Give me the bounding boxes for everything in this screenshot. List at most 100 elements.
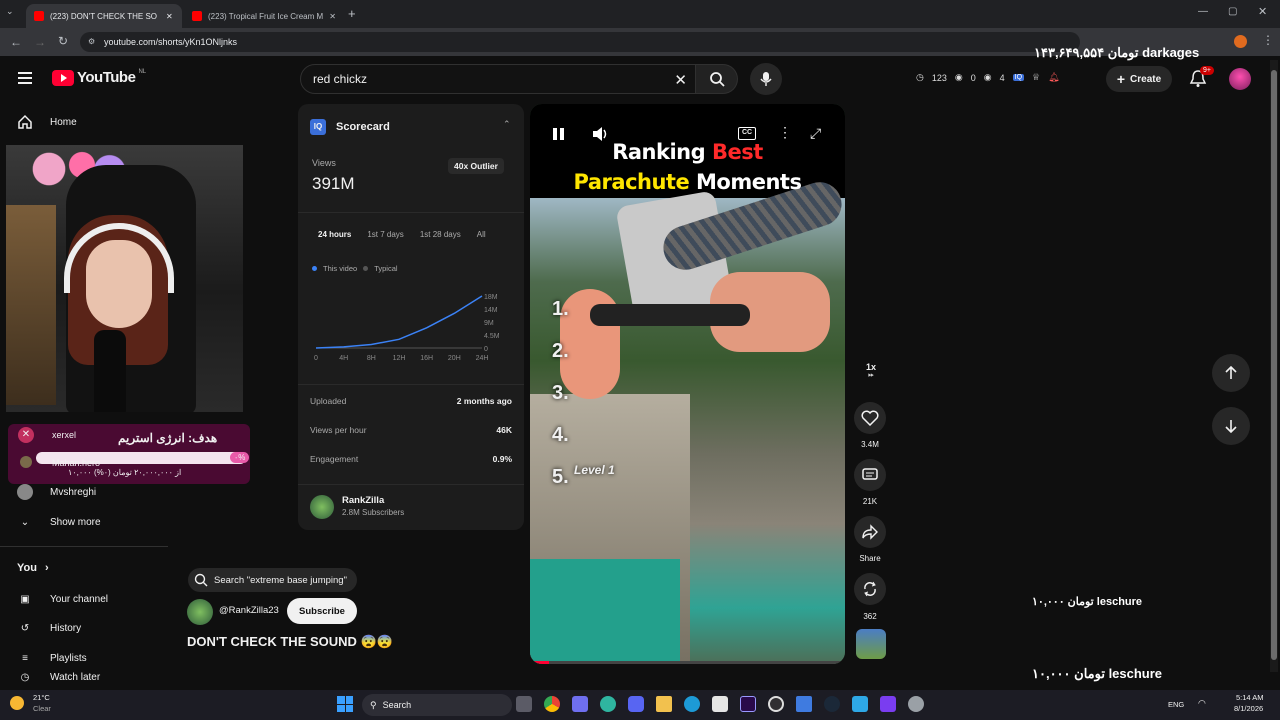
trophy-icon[interactable]: ♕: [1032, 72, 1040, 83]
chrome-icon[interactable]: [544, 696, 560, 712]
close-window-icon[interactable]: ✕: [1258, 5, 1267, 18]
divider: [298, 484, 524, 485]
app-icon[interactable]: [852, 696, 868, 712]
vidiq-icon[interactable]: IQ: [1012, 74, 1025, 81]
sidebar-you-header[interactable]: You ›: [17, 562, 49, 574]
edge-icon[interactable]: [684, 696, 700, 712]
channel-name[interactable]: RankZilla: [342, 495, 384, 506]
search-query: red chickz: [313, 72, 368, 86]
user-avatar[interactable]: [1229, 68, 1251, 90]
store-icon[interactable]: [712, 696, 728, 712]
short-title[interactable]: DON'T CHECK THE SOUND 😨😨: [187, 634, 393, 650]
scrollbar-thumb[interactable]: [1271, 70, 1277, 660]
stats-list: Uploaded 2 months ago Views per hour 46K Eng…: [310, 396, 512, 483]
hamburger-menu-icon[interactable]: [18, 71, 34, 85]
search-button[interactable]: [696, 64, 738, 94]
reload-icon[interactable]: ↻: [58, 34, 68, 48]
new-tab-icon[interactable]: +: [348, 6, 356, 21]
share-label: Share: [859, 554, 881, 563]
close-tab-icon[interactable]: ✕: [166, 12, 173, 21]
wifi-icon[interactable]: ◠: [1198, 698, 1206, 709]
microphone: [94, 330, 126, 412]
browser-tab[interactable]: (223) Tropical Fruit Ice Cream M ✕: [184, 4, 344, 28]
related-search-pill[interactable]: Search "extreme base jumping": [188, 568, 357, 592]
overlay-word: Moments: [696, 170, 802, 194]
share-button[interactable]: [854, 516, 886, 548]
stat-value: 46K: [496, 425, 512, 435]
sidebar-item-your-channel[interactable]: ▣ Your channel: [0, 584, 170, 614]
goal-percent-badge: ۰%: [230, 452, 250, 463]
fast-forward-icon: ⏩︎: [868, 372, 874, 379]
divider: [298, 384, 524, 385]
clear-search-icon[interactable]: ✕: [674, 71, 687, 89]
tab-first-7-days[interactable]: 1st 7 days: [367, 230, 403, 239]
youtube-logo[interactable]: YouTube NL: [52, 69, 146, 86]
search-input[interactable]: red chickz ✕: [300, 64, 696, 94]
playback-speed-button[interactable]: 1x ⏩︎: [856, 362, 886, 388]
time[interactable]: 5:14 AM: [1236, 693, 1264, 702]
browser-tab-active[interactable]: (223) DON'T CHECK THE SO ✕: [26, 4, 182, 28]
premiere-icon[interactable]: [740, 696, 756, 712]
file-explorer-icon[interactable]: [656, 696, 672, 712]
tab-search-button[interactable]: ⌄: [6, 6, 20, 20]
tab-all[interactable]: All: [477, 230, 486, 239]
microphone-icon: [760, 72, 772, 86]
remix-button[interactable]: [854, 573, 886, 605]
menu-dots-icon[interactable]: ⋮: [1262, 33, 1274, 47]
sidebar-show-more[interactable]: ⌄ Show more: [0, 507, 170, 537]
date[interactable]: 8/1/2026: [1234, 704, 1263, 713]
create-button[interactable]: + Create: [1106, 66, 1172, 92]
discord-icon[interactable]: [628, 696, 644, 712]
tab-24-hours[interactable]: 24 hours: [318, 230, 351, 239]
obs-icon[interactable]: [768, 696, 784, 712]
sidebar-item-watch-later[interactable]: ◷ Watch later: [0, 672, 170, 690]
forward-icon[interactable]: →: [34, 35, 46, 49]
previous-short-button[interactable]: [1212, 354, 1250, 392]
site-info-icon[interactable]: ⚙: [88, 37, 98, 47]
close-tab-icon[interactable]: ✕: [329, 12, 336, 21]
sound-thumbnail[interactable]: [856, 629, 886, 659]
heart-icon: [861, 410, 879, 426]
more-options-icon[interactable]: ⋮: [778, 124, 792, 141]
x-tick-label: 0: [314, 355, 318, 362]
short-channel-avatar[interactable]: [187, 599, 213, 625]
ext-count-b: 0: [970, 72, 976, 83]
sidebar-item-history[interactable]: ↺ History: [0, 613, 170, 643]
notifications-button[interactable]: 9+: [1188, 66, 1214, 91]
alert-icon[interactable]: 🔔︎: [1048, 72, 1059, 83]
sidebar-item-playlists[interactable]: ≡ Playlists: [0, 643, 170, 673]
channel-avatar[interactable]: [310, 495, 334, 519]
start-button[interactable]: [337, 696, 353, 712]
shorts-video-player[interactable]: CC ⋮ ⤢ Ranking Best Parachute Moments 1.…: [530, 104, 845, 664]
comments-button[interactable]: [854, 459, 886, 491]
scorecard-panel: IQ Scorecard ⌃ Views 391M 40x Outlier 24…: [298, 104, 524, 530]
video-progress-bar[interactable]: [530, 661, 845, 664]
subscribe-button[interactable]: Subscribe: [287, 598, 357, 624]
app-icon[interactable]: [880, 696, 896, 712]
short-channel-handle[interactable]: @RankZilla23: [219, 605, 279, 616]
profile-avatar[interactable]: [1234, 35, 1247, 48]
sidebar-label: History: [50, 622, 82, 634]
sidebar-item-home[interactable]: Home: [0, 107, 170, 137]
minimize-icon[interactable]: —: [1198, 6, 1208, 17]
language-indicator[interactable]: ENG: [1168, 700, 1184, 709]
captions-icon[interactable]: CC: [738, 127, 756, 140]
sidebar-item-subscription[interactable]: Mvshreghi: [0, 477, 170, 507]
page-scrollbar[interactable]: [1270, 60, 1278, 672]
steam-icon[interactable]: [824, 696, 840, 712]
tab-first-28-days[interactable]: 1st 28 days: [420, 230, 461, 239]
next-short-button[interactable]: [1212, 407, 1250, 445]
edge-dev-icon[interactable]: [600, 696, 616, 712]
ranking-list: 1. 2. 3. 4. 5.: [552, 288, 569, 498]
voice-search-button[interactable]: [750, 63, 782, 95]
taskbar-search[interactable]: ⚲ Search: [362, 694, 512, 716]
task-view-icon[interactable]: [516, 696, 532, 712]
settings-icon[interactable]: [908, 696, 924, 712]
url-field[interactable]: ⚙ youtube.com/shorts/yKn1ONljnks: [80, 32, 1080, 52]
app-icon[interactable]: [572, 696, 588, 712]
stats-app-icon[interactable]: [796, 696, 812, 712]
collapse-icon[interactable]: ⌃: [503, 119, 511, 130]
maximize-icon[interactable]: ▢: [1228, 6, 1237, 17]
like-button[interactable]: [854, 402, 886, 434]
back-icon[interactable]: ←: [10, 35, 22, 49]
